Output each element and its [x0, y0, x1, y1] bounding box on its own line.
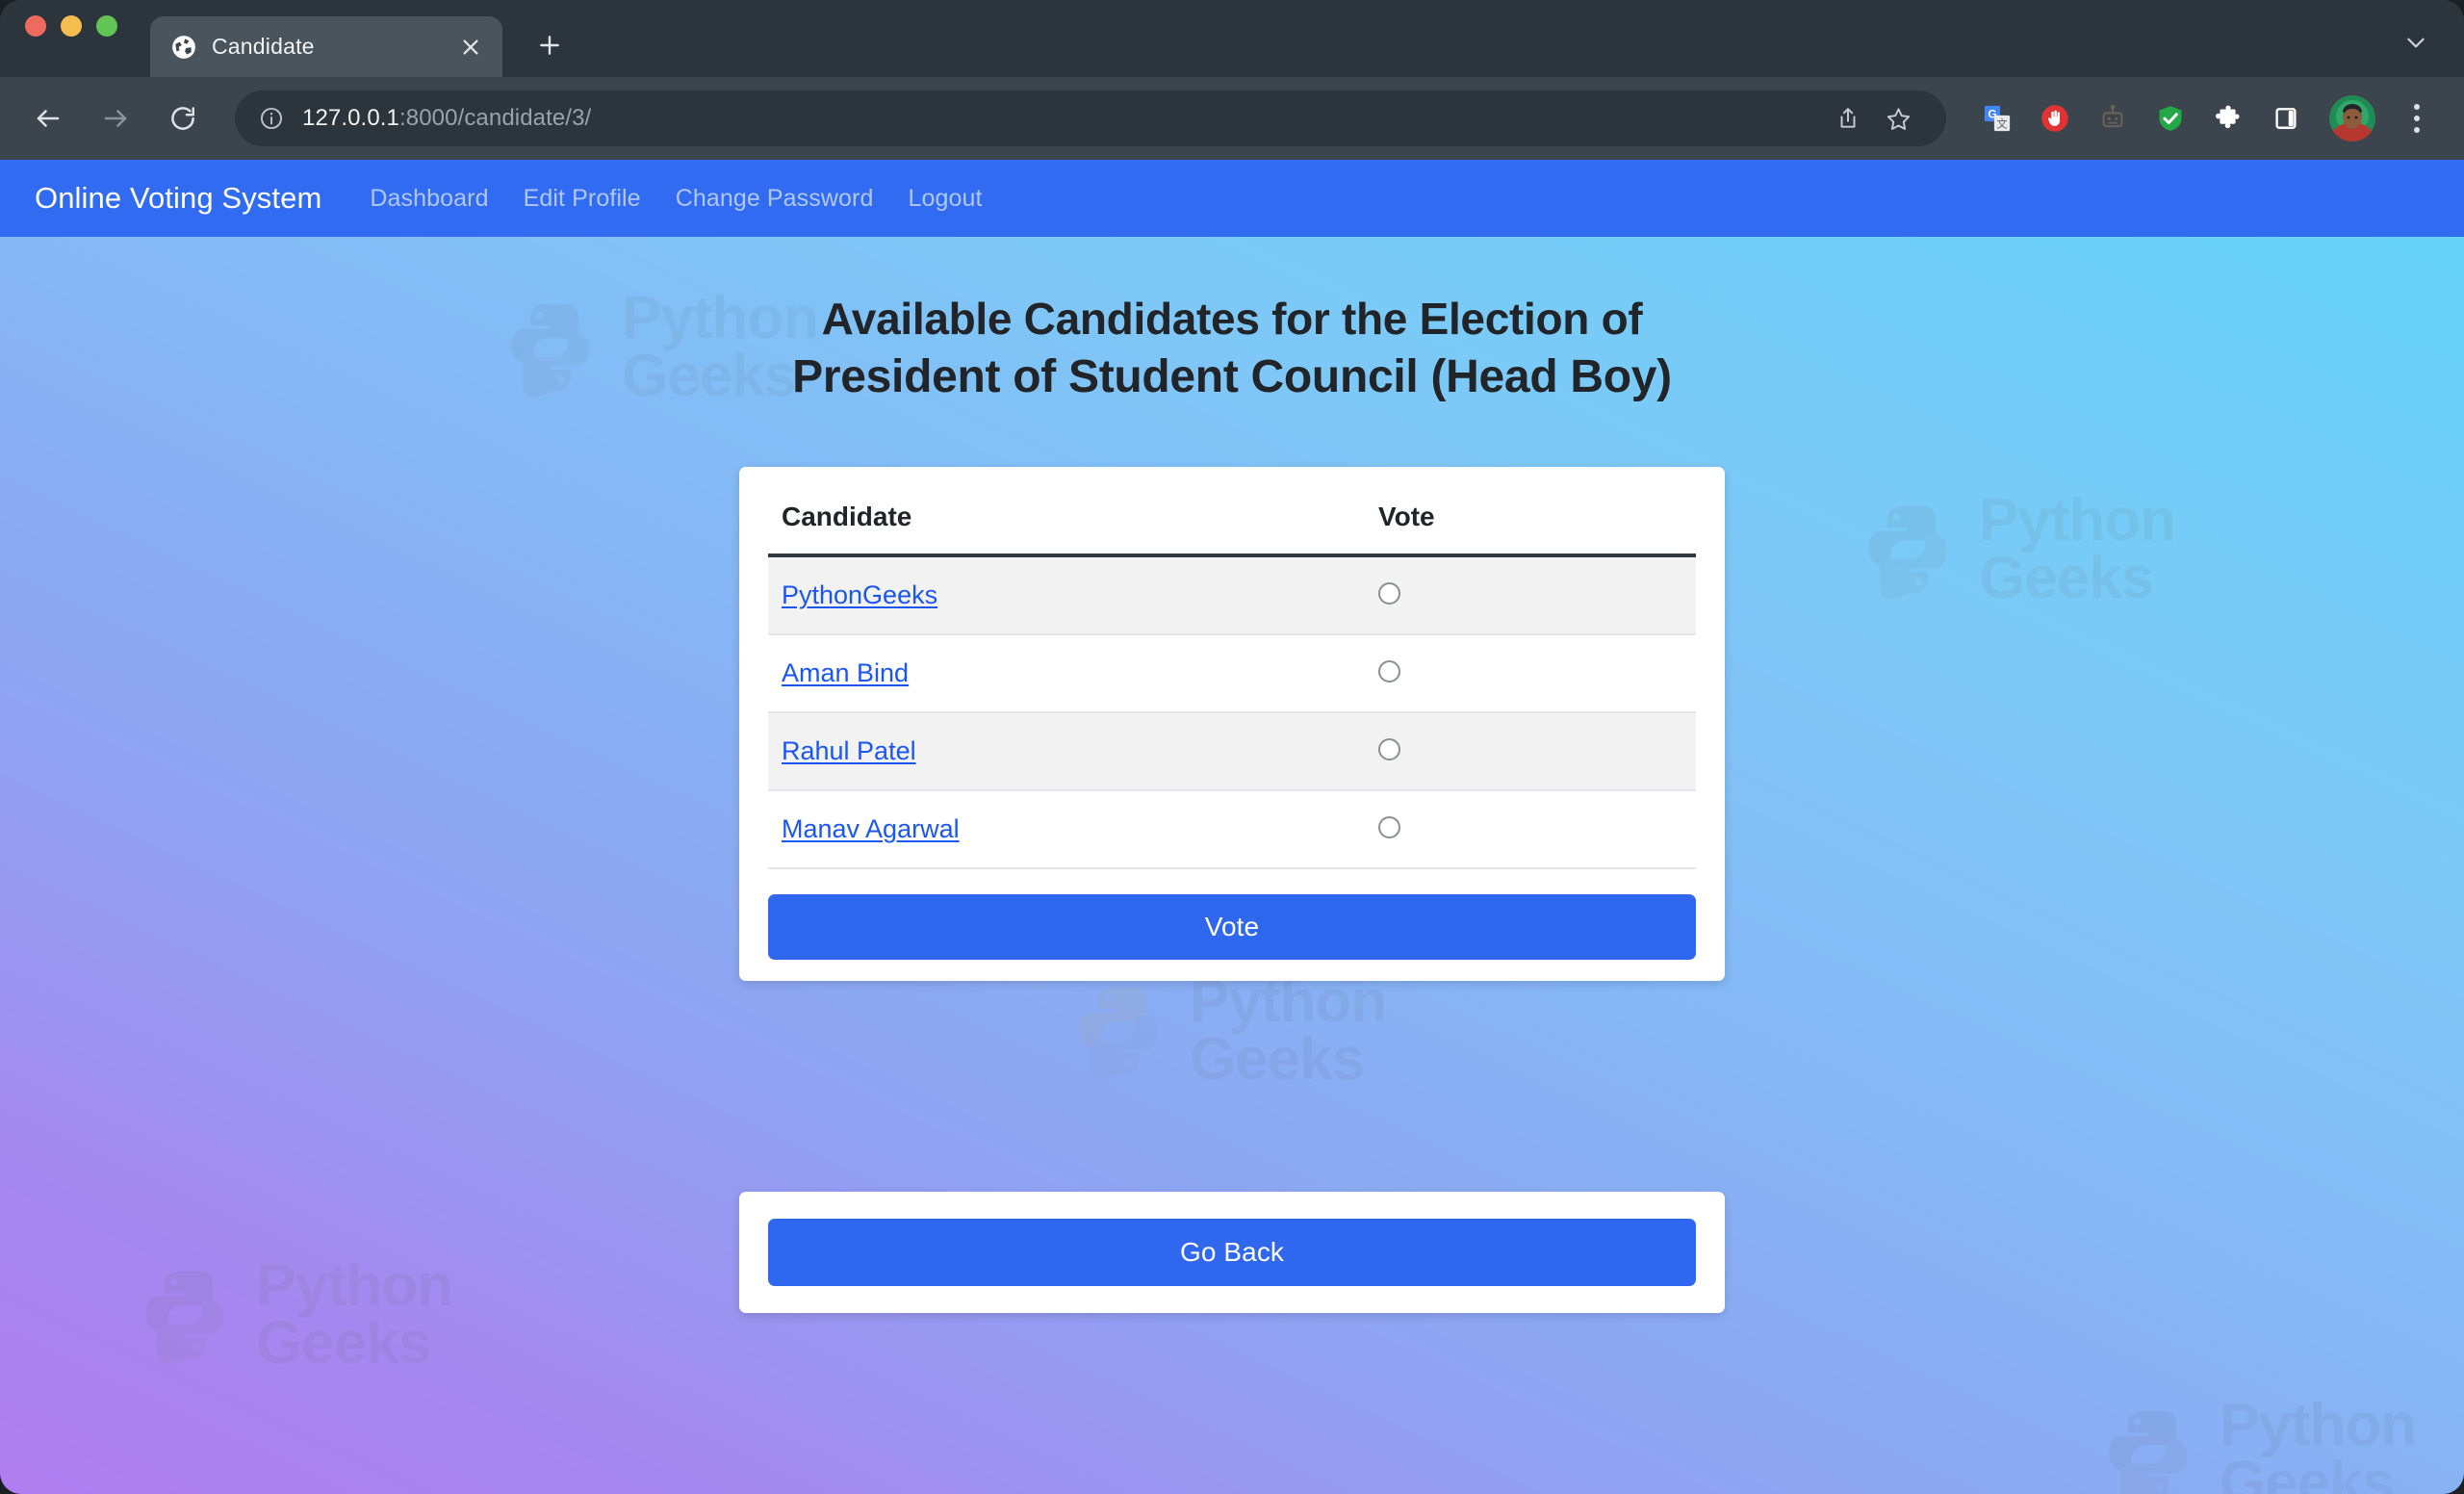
- browser-window: Candidate 127.0.0.1:8000/candidate/3/ G …: [0, 0, 2464, 1494]
- go-back-card: Go Back: [739, 1192, 1725, 1314]
- python-logo-icon: [2109, 1410, 2188, 1494]
- vote-cell: [1378, 790, 1696, 870]
- vote-radio-aman-bind[interactable]: [1378, 659, 1400, 683]
- maximize-window-button[interactable]: [96, 15, 117, 37]
- info-circle-icon[interactable]: [258, 105, 285, 132]
- avatar[interactable]: [2329, 95, 2375, 142]
- minimize-window-button[interactable]: [61, 15, 82, 37]
- candidate-link-aman-bind[interactable]: Aman Bind: [782, 658, 909, 687]
- share-icon[interactable]: [1823, 93, 1873, 143]
- vote-button[interactable]: Vote: [768, 894, 1696, 961]
- column-header-candidate: Candidate: [768, 498, 1378, 558]
- url-host: 127.0.0.1: [302, 105, 399, 131]
- page-viewport: Python Geeks Python Geeks Python Geeks P…: [0, 160, 2464, 1494]
- globe-icon: [171, 35, 196, 60]
- table-head: Candidate Vote: [768, 498, 1696, 558]
- adblock-stop-hand-icon[interactable]: [2029, 92, 2081, 144]
- site-brand[interactable]: Online Voting System: [35, 181, 321, 216]
- column-header-vote: Vote: [1378, 498, 1696, 558]
- table-row: PythonGeeks: [768, 555, 1696, 636]
- three-dot-menu-icon[interactable]: [2393, 92, 2441, 144]
- google-translate-icon[interactable]: G 文: [1971, 92, 2023, 144]
- vote-radio-manav-agarwal[interactable]: [1378, 815, 1400, 838]
- candidates-table: Candidate Vote PythonGeeks Aman Bind Rah…: [768, 498, 1696, 870]
- table-row: Rahul Patel: [768, 712, 1696, 792]
- address-bar[interactable]: 127.0.0.1:8000/candidate/3/: [235, 90, 1946, 146]
- table-row: Aman Bind: [768, 634, 1696, 714]
- candidate-link-rahul-patel[interactable]: Rahul Patel: [782, 736, 916, 765]
- robot-icon[interactable]: [2087, 92, 2139, 144]
- candidate-cell: Aman Bind: [768, 634, 1378, 714]
- tab-strip: Candidate: [0, 0, 2464, 77]
- page-title-line2: President of Student Council (Head Boy): [792, 350, 1672, 402]
- vote-cell: [1378, 712, 1696, 792]
- close-icon[interactable]: [456, 33, 485, 62]
- nav-link-dashboard[interactable]: Dashboard: [370, 185, 488, 213]
- reload-icon[interactable]: [156, 91, 210, 145]
- nav-link-change-password[interactable]: Change Password: [676, 185, 874, 213]
- arrow-left-icon[interactable]: [21, 91, 75, 145]
- watermark-text: Python Geeks: [2220, 1392, 2417, 1494]
- new-tab-button[interactable]: [527, 23, 572, 67]
- url-path: :8000/candidate/3/: [399, 105, 592, 131]
- table-body: PythonGeeks Aman Bind Rahul Patel Manav …: [768, 555, 1696, 870]
- svg-text:文: 文: [1996, 117, 2007, 131]
- omnibox-actions: [1804, 93, 1923, 143]
- vote-radio-pythongeeks[interactable]: [1378, 581, 1400, 605]
- nav-link-logout[interactable]: Logout: [908, 185, 982, 213]
- site-nav-links: Dashboard Edit Profile Change Password L…: [370, 185, 982, 213]
- page-title-line1: Available Candidates for the Election of: [821, 294, 1643, 344]
- puzzle-extensions-icon[interactable]: [2202, 92, 2254, 144]
- vote-radio-rahul-patel[interactable]: [1378, 737, 1400, 760]
- chevron-down-icon[interactable]: [2397, 23, 2435, 62]
- close-window-button[interactable]: [25, 15, 46, 37]
- candidate-cell: PythonGeeks: [768, 555, 1378, 636]
- browser-toolbar: 127.0.0.1:8000/candidate/3/ G 文: [0, 77, 2464, 160]
- vote-cell: [1378, 634, 1696, 714]
- url-text: 127.0.0.1:8000/candidate/3/: [302, 105, 591, 132]
- site-navbar: Online Voting System Dashboard Edit Prof…: [0, 160, 2464, 237]
- arrow-right-icon[interactable]: [89, 91, 142, 145]
- candidate-cell: Manav Agarwal: [768, 790, 1378, 870]
- table-header-row: Candidate Vote: [768, 498, 1696, 558]
- candidate-cell: Rahul Patel: [768, 712, 1378, 792]
- green-check-shield-icon[interactable]: [2144, 92, 2196, 144]
- page-title: Available Candidates for the Election of…: [0, 291, 2464, 406]
- browser-tab-candidate[interactable]: Candidate: [150, 16, 502, 77]
- side-panel-icon[interactable]: [2260, 92, 2312, 144]
- page-content: Available Candidates for the Election of…: [0, 237, 2464, 1314]
- tab-title: Candidate: [212, 34, 315, 59]
- star-icon[interactable]: [1873, 93, 1923, 143]
- table-row: Manav Agarwal: [768, 790, 1696, 870]
- candidate-link-pythongeeks[interactable]: PythonGeeks: [782, 580, 937, 609]
- vote-cell: [1378, 555, 1696, 636]
- go-back-button[interactable]: Go Back: [768, 1219, 1696, 1287]
- extension-icons: G 文: [1971, 92, 2441, 144]
- watermark: Python Geeks: [2098, 1392, 2417, 1494]
- nav-link-edit-profile[interactable]: Edit Profile: [524, 185, 641, 213]
- window-traffic-lights: [25, 0, 117, 77]
- vote-card: Candidate Vote PythonGeeks Aman Bind Rah…: [739, 467, 1725, 982]
- candidate-link-manav-agarwal[interactable]: Manav Agarwal: [782, 814, 960, 843]
